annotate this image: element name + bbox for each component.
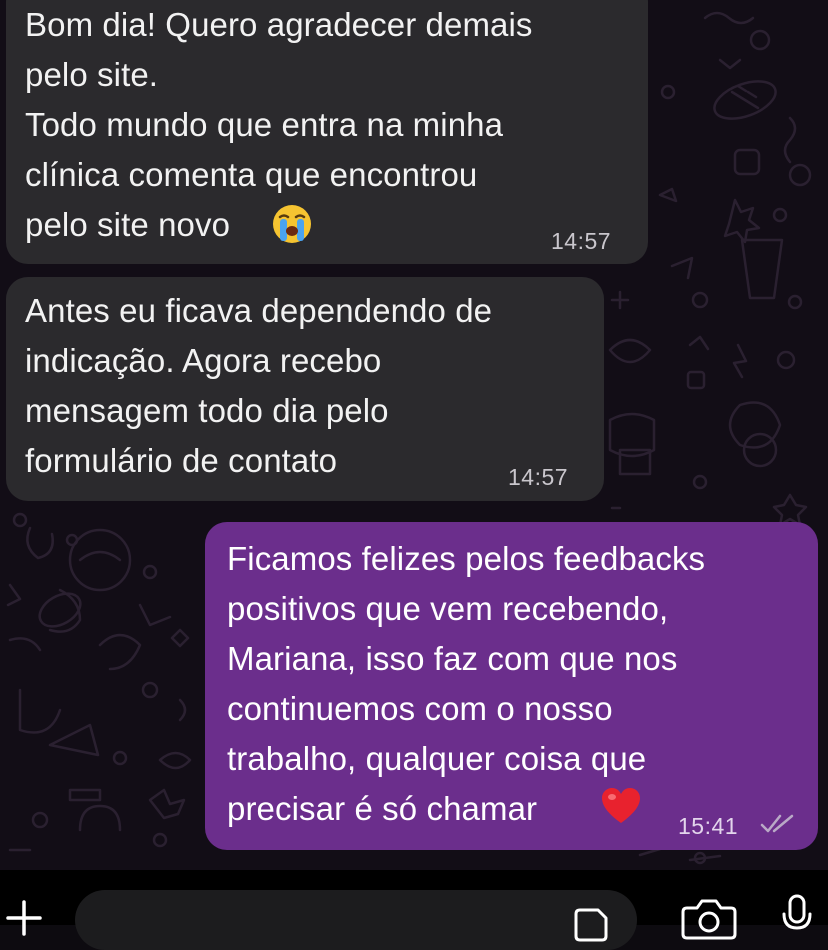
plus-icon[interactable] <box>4 898 44 938</box>
chat-area[interactable]: Bom dia! Quero agradecer demais pelo sit… <box>0 0 828 870</box>
camera-icon[interactable] <box>681 896 737 940</box>
read-receipt-icon <box>760 814 794 833</box>
message-timestamp: 15:41 <box>678 813 739 839</box>
message-timestamp: 14:57 <box>508 464 569 490</box>
message-input[interactable] <box>75 890 637 950</box>
message-timestamp: 14:57 <box>551 228 612 254</box>
sticker-icon[interactable] <box>572 904 612 944</box>
message-bubble-incoming[interactable]: Bom dia! Quero agradecer demais pelo sit… <box>6 0 648 264</box>
red-heart-emoji <box>602 788 640 823</box>
message-text: Antes eu ficava dependendo de indicação.… <box>25 292 493 479</box>
message-input-bar <box>0 870 828 950</box>
message-bubble-incoming[interactable]: Antes eu ficava dependendo de indicação.… <box>6 277 604 501</box>
message-bubble-outgoing[interactable]: Ficamos felizes pelos feedbacks positivo… <box>205 522 818 850</box>
microphone-icon[interactable] <box>782 894 812 938</box>
crying-face-emoji <box>273 205 311 243</box>
